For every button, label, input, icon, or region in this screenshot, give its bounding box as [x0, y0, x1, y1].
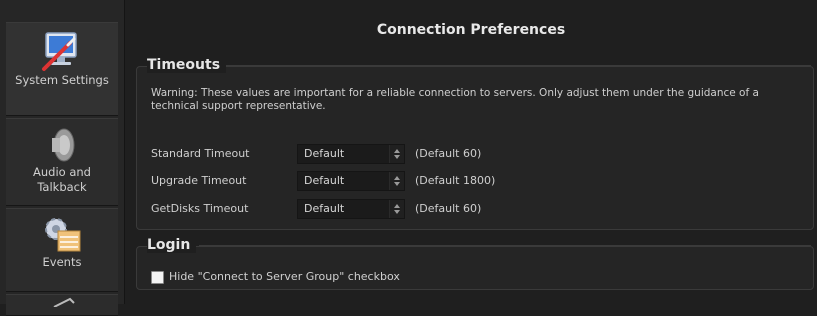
spin-value: Default: [304, 147, 345, 160]
login-group: Login Hide "Connect to Server Group" che…: [136, 237, 814, 290]
group-divider: [199, 245, 811, 246]
upgrade-timeout-row: Upgrade Timeout Default (Default 1800): [151, 171, 751, 191]
getdisks-timeout-row: GetDisks Timeout Default (Default 60): [151, 199, 751, 219]
sidebar-item-partial[interactable]: [6, 294, 118, 316]
standard-timeout-row: Standard Timeout Default (Default 60): [151, 144, 751, 164]
spin-down-icon[interactable]: [394, 182, 400, 186]
sidebar-item-label: System Settings: [15, 73, 109, 87]
partial-icon: [53, 297, 75, 307]
events-gear-icon: [45, 218, 81, 252]
spin-arrows[interactable]: [389, 145, 404, 163]
standard-timeout-label: Standard Timeout: [151, 147, 250, 160]
timeouts-title: Timeouts: [147, 57, 227, 73]
default-hint: (Default 1800): [415, 174, 496, 187]
spin-up-icon[interactable]: [394, 176, 400, 180]
timeouts-group: Timeouts Warning: These values are impor…: [136, 57, 814, 230]
upgrade-timeout-stepper[interactable]: Default: [297, 171, 405, 191]
spin-arrows[interactable]: [389, 200, 404, 218]
upgrade-timeout-label: Upgrade Timeout: [151, 174, 247, 187]
monitor-settings-icon: [42, 32, 77, 71]
group-divider: [221, 65, 811, 66]
warning-text: Warning: These values are important for …: [151, 87, 759, 112]
sidebar-item-system-settings[interactable]: System Settings: [6, 22, 118, 116]
hide-connect-server-group-checkbox[interactable]: [151, 271, 164, 284]
sidebar-item-label: Events: [42, 255, 82, 269]
default-hint: (Default 60): [415, 147, 482, 160]
spin-down-icon[interactable]: [394, 210, 400, 214]
spin-down-icon[interactable]: [394, 155, 400, 159]
default-hint: (Default 60): [415, 202, 482, 215]
page-title: Connection Preferences: [376, 22, 566, 38]
sidebar-item-label: Audio and Talkback: [33, 165, 91, 194]
login-title: Login: [147, 237, 197, 253]
sidebar: System Settings Audio and Talkback Event…: [0, 0, 125, 316]
sidebar-item-audio-talkback[interactable]: Audio and Talkback: [6, 118, 118, 206]
spin-up-icon[interactable]: [394, 204, 400, 208]
sidebar-item-events[interactable]: Events: [6, 208, 118, 292]
spin-value: Default: [304, 174, 345, 187]
getdisks-timeout-stepper[interactable]: Default: [297, 199, 405, 219]
standard-timeout-stepper[interactable]: Default: [297, 144, 405, 164]
speaker-icon: [52, 128, 75, 162]
getdisks-timeout-label: GetDisks Timeout: [151, 202, 249, 215]
spin-up-icon[interactable]: [394, 149, 400, 153]
spin-value: Default: [304, 202, 345, 215]
spin-arrows[interactable]: [389, 172, 404, 190]
checkbox-label[interactable]: Hide "Connect to Server Group" checkbox: [169, 270, 400, 283]
main-panel: Connection Preferences Timeouts Warning:…: [130, 0, 817, 304]
